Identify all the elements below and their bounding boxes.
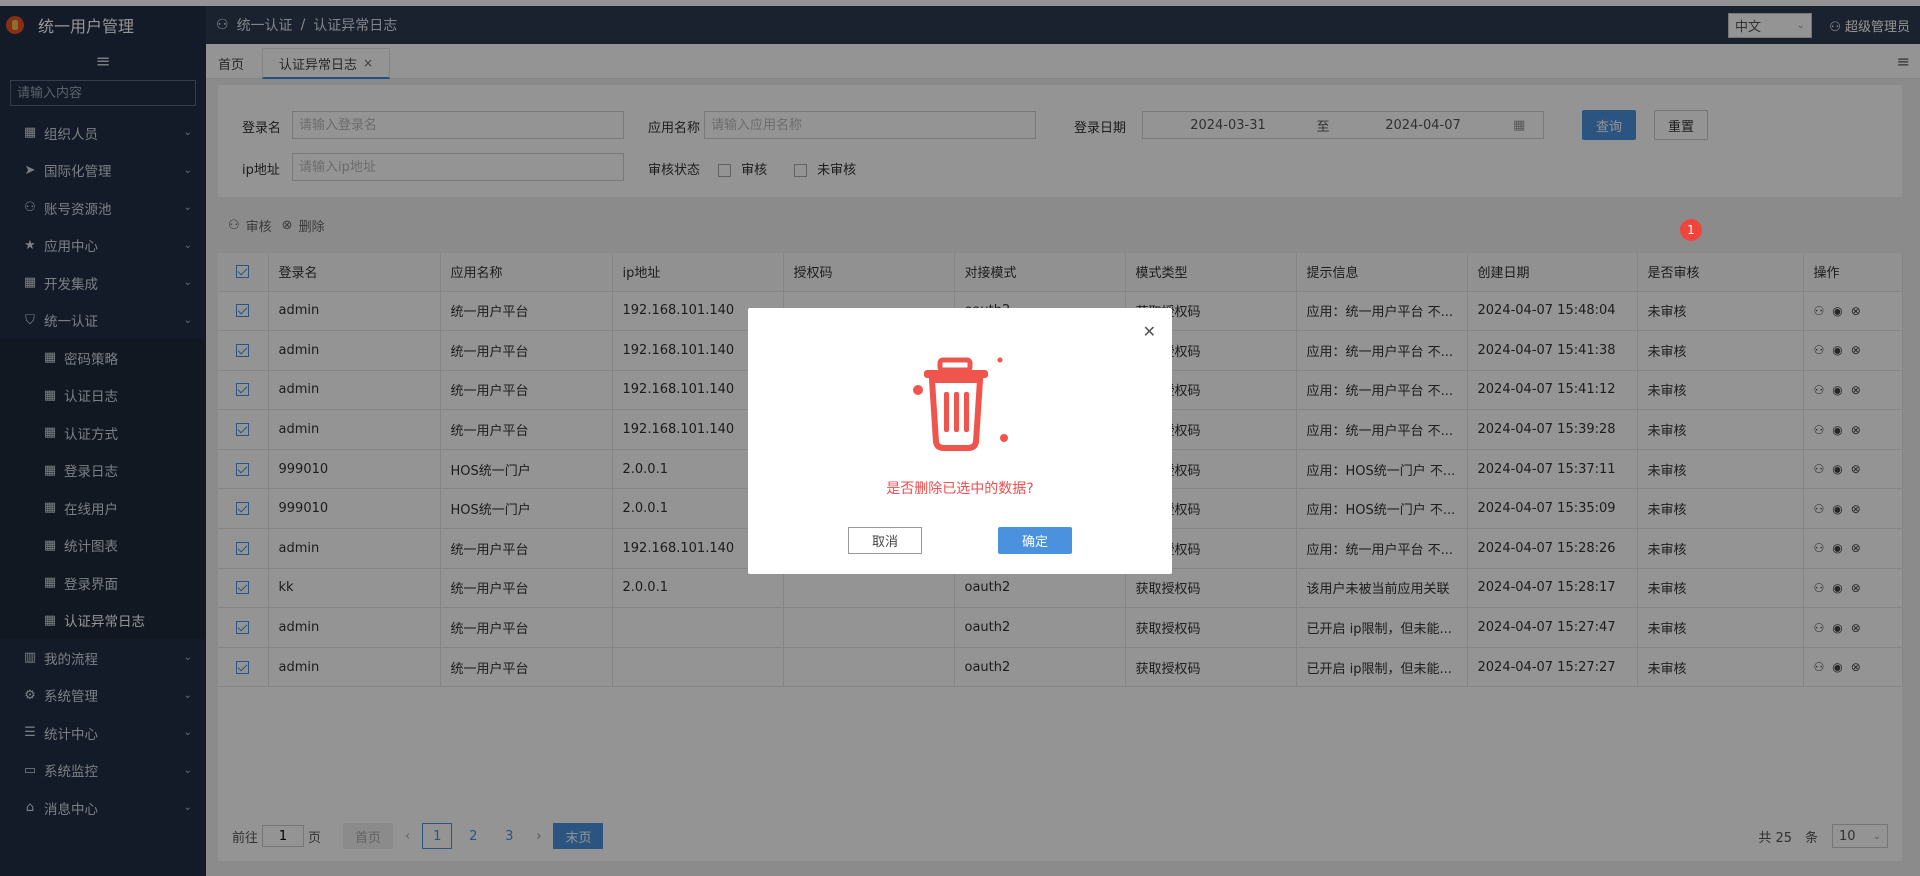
close-icon[interactable]: ✕ (1143, 322, 1156, 341)
cancel-button[interactable]: 取消 (848, 527, 922, 554)
confirm-delete-dialog: ✕ 是否删除已选中的数据? 取消 确定 (748, 308, 1172, 574)
dialog-message: 是否删除已选中的数据? (886, 481, 1034, 497)
notification-badge: 1 (1680, 219, 1702, 241)
confirm-button[interactable]: 确定 (998, 527, 1072, 554)
trash-icon (913, 357, 1008, 451)
